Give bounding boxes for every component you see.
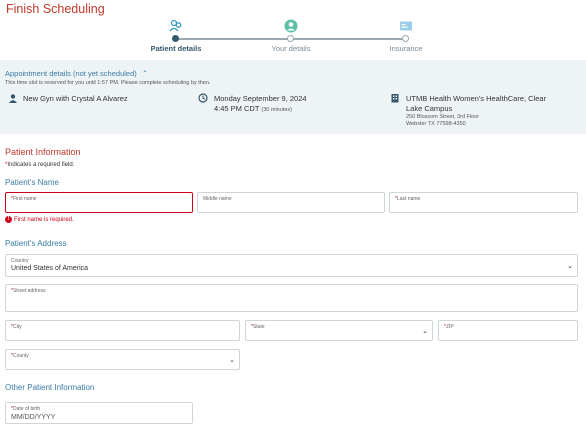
clock-icon xyxy=(198,93,208,103)
city-label-text: City xyxy=(12,324,22,330)
card-icon xyxy=(400,21,412,31)
chevron-down-icon[interactable]: ⌄ xyxy=(567,262,573,270)
last-name-label-text: Last name xyxy=(396,196,421,202)
street-address-label: *Street address xyxy=(11,288,45,294)
zip-label-text: ZIP xyxy=(445,324,454,330)
city-field[interactable]: *City xyxy=(5,320,240,341)
chevron-down-icon[interactable]: ⌄ xyxy=(422,327,428,335)
last-name-label: *Last name xyxy=(395,196,420,202)
location-address-line1: 250 Blossom Street, 3rd Floor xyxy=(406,114,480,120)
date-of-birth-placeholder: MM/DD/YYYY xyxy=(11,414,56,421)
country-select[interactable]: Country United States of America ⌄ xyxy=(5,254,578,277)
date-of-birth-label-text: Date of birth xyxy=(12,406,41,412)
reserved-note: This time slot is reserved for you until… xyxy=(5,80,211,86)
first-name-label-text: First name xyxy=(12,196,37,202)
street-address-label-text: Street address xyxy=(12,288,46,294)
step-label-your-details[interactable]: Your details xyxy=(251,44,331,53)
chevron-down-icon[interactable]: ⌄ xyxy=(229,356,235,364)
step-label-patient-details[interactable]: Patient details xyxy=(136,44,216,53)
first-name-error-text: First name is required. xyxy=(14,217,74,224)
county-label: *County xyxy=(11,353,29,359)
appointment-date: Monday September 9, 2024 xyxy=(214,94,307,103)
provider-icon xyxy=(9,94,17,103)
county-label-text: County xyxy=(12,353,29,359)
last-name-field[interactable]: *Last name xyxy=(389,192,578,213)
required-note-text: Indicates a required field. xyxy=(7,162,75,168)
step-label-insurance[interactable]: Insurance xyxy=(366,44,446,53)
appointment-details-toggle[interactable]: Appointment details (not yet scheduled) … xyxy=(5,69,148,78)
error-icon: ! xyxy=(5,216,12,223)
appointment-duration: (30 minutes) xyxy=(261,107,292,113)
state-label-text: State xyxy=(252,324,265,330)
first-name-label: *First name xyxy=(11,196,37,202)
street-address-field[interactable]: *Street address xyxy=(5,284,578,312)
middle-name-field[interactable]: Middle name xyxy=(197,192,385,213)
step-dot-your-details[interactable] xyxy=(287,35,294,42)
country-value: United States of America xyxy=(11,265,89,272)
location-name: UTMB Health Women's HealthCare, Clear La… xyxy=(406,94,547,113)
state-label: *State xyxy=(251,324,265,330)
patients-address-heading: Patient's Address xyxy=(5,239,67,248)
appointment-time: 4:45 PM CDT xyxy=(214,104,260,113)
required-field-note: *Indicates a required field. xyxy=(5,162,74,168)
city-label: *City xyxy=(11,324,22,330)
appointment-details-header[interactable]: Appointment details (not yet scheduled) xyxy=(5,69,137,78)
state-select[interactable]: *State ⌄ xyxy=(245,320,433,341)
patient-information-heading: Patient Information xyxy=(5,147,81,157)
chevron-up-icon[interactable]: ⌃ xyxy=(142,69,148,78)
date-of-birth-field[interactable]: *Date of birth MM/DD/YYYY xyxy=(5,402,193,424)
appointment-time-row: 4:45 PM CDT (30 minutes) xyxy=(214,104,292,113)
country-label: Country xyxy=(11,258,29,264)
middle-name-label: Middle name xyxy=(203,196,232,202)
step-dot-insurance[interactable] xyxy=(402,35,409,42)
first-name-field[interactable]: *First name xyxy=(5,192,193,213)
person-icon xyxy=(284,19,298,33)
visit-type: New Gyn with Crystal A Alvarez xyxy=(23,94,128,103)
page-title: Finish Scheduling xyxy=(6,2,105,16)
county-select[interactable]: *County ⌄ xyxy=(5,349,240,370)
patients-name-heading: Patient's Name xyxy=(5,178,59,187)
building-icon xyxy=(391,94,399,103)
location-address-line2: Webster TX 77598-4350 xyxy=(406,121,466,127)
other-patient-info-heading: Other Patient Information xyxy=(5,383,95,392)
step-dot-patient-details[interactable] xyxy=(172,35,179,42)
zip-field[interactable]: *ZIP xyxy=(438,320,578,341)
zip-label: *ZIP xyxy=(444,324,454,330)
people-icon xyxy=(169,19,182,32)
date-of-birth-label: *Date of birth xyxy=(11,406,40,412)
first-name-error: ! First name is required. xyxy=(5,216,74,223)
